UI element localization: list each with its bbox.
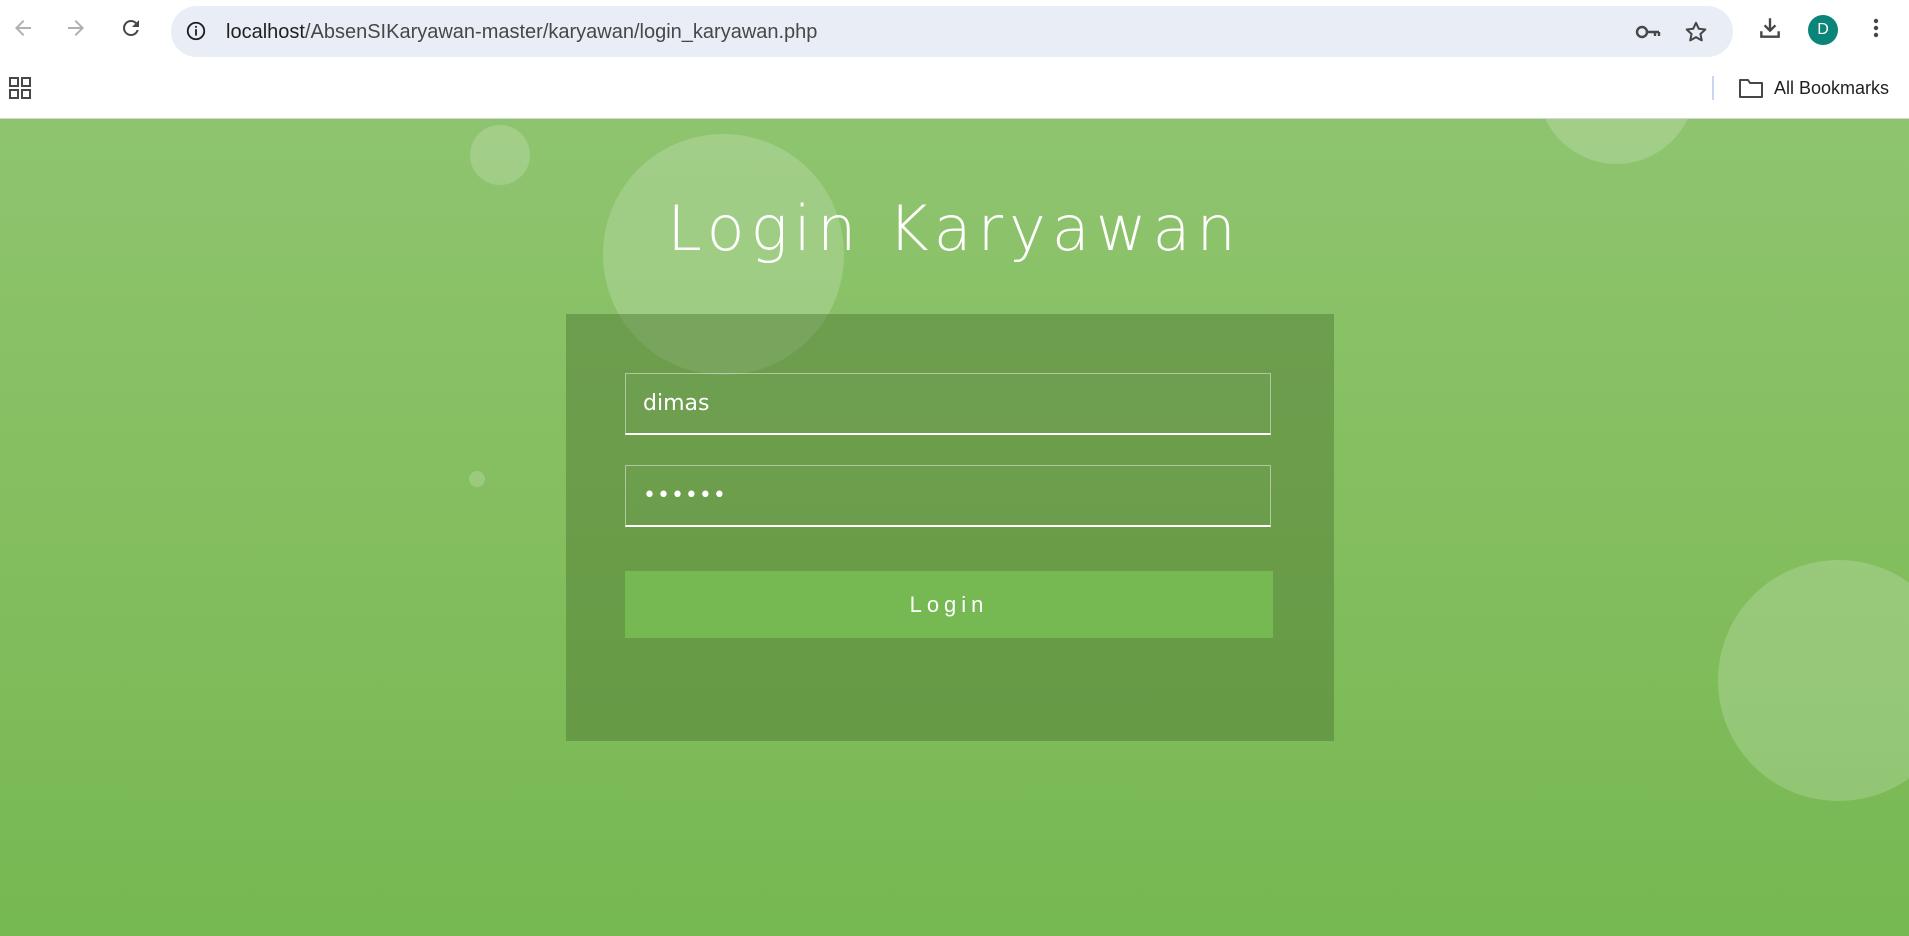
all-bookmarks-label: All Bookmarks — [1774, 77, 1890, 98]
address-bar[interactable]: localhost/AbsenSIKaryawan-master/karyawa… — [171, 6, 1733, 57]
bubble-decoration — [469, 471, 485, 487]
back-button[interactable] — [5, 12, 41, 48]
profile-button[interactable]: D — [1805, 12, 1841, 48]
downloads-button[interactable] — [1752, 12, 1788, 48]
bookmarks-bar — [0, 62, 1909, 119]
bubble-decoration — [470, 125, 530, 185]
password-key-icon[interactable] — [1634, 18, 1662, 46]
folder-icon — [1738, 77, 1764, 99]
url-host: localhost — [226, 21, 305, 43]
bubble-decoration — [1538, 119, 1695, 164]
login-page: Login Karyawan dimas •••••• Login — [0, 119, 1909, 936]
all-bookmarks-button[interactable]: All Bookmarks — [1738, 75, 1889, 101]
arrow-left-icon — [11, 16, 35, 45]
menu-button[interactable] — [1858, 12, 1894, 48]
download-icon — [1757, 15, 1783, 46]
bubble-decoration — [1718, 560, 1909, 801]
apps-grid-icon[interactable] — [6, 74, 34, 102]
username-field[interactable]: dimas — [625, 373, 1271, 435]
url-path: /AbsenSIKaryawan-master/karyawan/login_k… — [304, 21, 818, 43]
reload-icon — [119, 16, 143, 45]
bookmark-star-icon[interactable] — [1682, 18, 1710, 46]
reload-button[interactable] — [113, 12, 149, 48]
url-text: localhost/AbsenSIKaryawan-master/karyawa… — [226, 21, 817, 44]
site-info-icon[interactable] — [183, 18, 209, 44]
avatar: D — [1808, 15, 1838, 45]
forward-button[interactable] — [58, 12, 94, 48]
bookmarks-separator — [1712, 76, 1714, 100]
login-form: dimas •••••• Login — [566, 314, 1334, 741]
page-title: Login Karyawan — [667, 192, 1242, 265]
arrow-right-icon — [64, 16, 88, 45]
browser-toolbar: localhost/AbsenSIKaryawan-master/karyawa… — [0, 0, 1909, 62]
password-field[interactable]: •••••• — [625, 465, 1271, 527]
more-vert-icon — [1864, 16, 1888, 45]
login-button[interactable]: Login — [625, 571, 1273, 638]
